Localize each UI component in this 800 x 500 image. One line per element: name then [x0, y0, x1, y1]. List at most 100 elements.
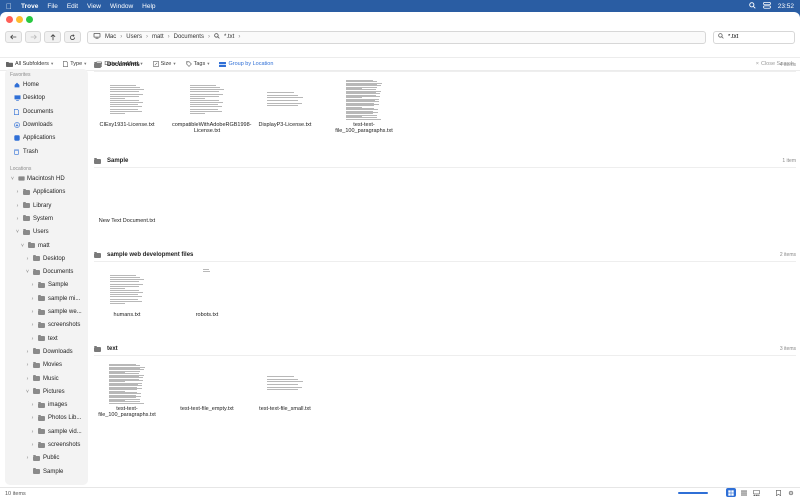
tree-item-movies[interactable]: › Movies — [25, 361, 62, 368]
chevron-right-icon[interactable]: › — [30, 309, 35, 315]
menubar-clock[interactable]: 23:52 — [778, 3, 794, 10]
chevron-right-icon[interactable]: › — [30, 415, 35, 421]
file-item[interactable]: compatibleWithAdobeRGB1998-License.txt — [172, 76, 252, 138]
file-item[interactable]: robots.txt — [172, 266, 242, 328]
chevron-right-icon[interactable]: › — [25, 362, 30, 368]
chevron-right-icon[interactable]: › — [25, 376, 30, 382]
tree-item-matt[interactable]: ˅ matt — [20, 242, 50, 249]
zoom-slider[interactable] — [678, 492, 708, 494]
sidebar-item-desktop[interactable]: Desktop — [14, 95, 45, 101]
file-item[interactable]: test-text-file_empty.txt — [172, 360, 242, 422]
chevron-right-icon[interactable]: › — [15, 203, 20, 209]
tree-item-sample[interactable]: › Sample — [30, 281, 68, 288]
close-window-button[interactable] — [6, 16, 13, 23]
chevron-down-icon[interactable]: ˅ — [20, 243, 25, 249]
chevron-right-icon[interactable]: › — [15, 189, 20, 195]
tree-item-images[interactable]: › images — [30, 401, 67, 408]
menu-window[interactable]: Window — [110, 3, 133, 10]
tree-item-text[interactable]: › text — [30, 335, 58, 342]
menu-help[interactable]: Help — [142, 3, 155, 10]
sidebar-item-trash[interactable]: Trash — [14, 149, 38, 155]
up-folder-button[interactable] — [44, 31, 62, 43]
tree-item-pictures[interactable]: ˅ Pictures — [25, 388, 65, 395]
chevron-down-icon[interactable]: ˅ — [10, 176, 15, 182]
grid-view-button[interactable] — [726, 488, 736, 497]
refresh-button[interactable] — [64, 31, 81, 43]
chevron-down-icon[interactable]: ˅ — [25, 389, 30, 395]
file-item[interactable]: test-text-file_100_paragraphs.txt — [329, 76, 399, 138]
tree-item-screenshots[interactable]: › screenshots — [30, 321, 80, 328]
menu-edit[interactable]: Edit — [67, 3, 78, 10]
chevron-right-icon[interactable]: › — [25, 455, 30, 461]
path-segment-documents[interactable]: Documents — [174, 34, 204, 40]
file-item[interactable]: test-text-file_100_paragraphs.txt — [92, 360, 162, 422]
file-item[interactable]: humans.txt — [92, 266, 162, 328]
sidebar-item-applications[interactable]: Applications — [14, 135, 55, 141]
text-line — [190, 106, 223, 108]
section-divider — [94, 261, 796, 262]
chevron-right-icon[interactable]: › — [30, 336, 35, 342]
spotlight-icon[interactable] — [748, 1, 756, 11]
path-segment-matt[interactable]: matt — [152, 34, 164, 40]
chevron-right-icon[interactable]: › — [30, 402, 35, 408]
chevron-down-icon[interactable]: ˅ — [15, 229, 20, 235]
file-name: DisplayP3-License.txt — [258, 122, 312, 128]
tree-item-label: Downloads — [43, 348, 73, 355]
forward-button[interactable] — [24, 31, 42, 43]
tree-item-macintosh-hd[interactable]: ˅ Macintosh HD — [10, 176, 65, 182]
chevron-right-icon[interactable]: › — [15, 216, 20, 222]
sidebar-item-documents[interactable]: Documents — [14, 108, 53, 115]
type-filter[interactable]: Type ▾ — [63, 61, 86, 67]
tree-item-library[interactable]: › Library — [15, 202, 51, 209]
file-item[interactable]: test-text-file_small.txt — [250, 360, 320, 422]
list-view-button[interactable] — [739, 488, 749, 497]
zoom-window-button[interactable] — [26, 16, 33, 23]
path-segment-mac[interactable]: Mac — [105, 34, 116, 40]
chevron-right-icon[interactable]: › — [25, 256, 30, 262]
app-menu[interactable]: Trove — [21, 3, 38, 10]
subfolders-filter[interactable]: All Subfolders ▾ — [6, 61, 53, 67]
sidebar-item-home[interactable]: Home — [14, 82, 39, 88]
path-bar[interactable]: Mac › Users › matt › Documents › *.txt › — [86, 30, 706, 44]
path-segment-users[interactable]: Users — [126, 34, 142, 40]
apple-menu-icon[interactable]:  — [6, 2, 12, 11]
file-item[interactable]: New Text Document.txt — [92, 172, 162, 234]
tree-item-system[interactable]: › System — [15, 215, 53, 222]
tree-item-sample-we[interactable]: › sample we... — [30, 308, 82, 315]
chevron-right-icon[interactable]: › — [30, 322, 35, 328]
chevron-right-icon[interactable]: › — [25, 349, 30, 355]
tree-item-photos-lib[interactable]: › Photos Lib... — [30, 414, 81, 421]
tree-item-sample[interactable]: Sample — [25, 468, 63, 475]
tree-item-sample-mi[interactable]: › sample mi... — [30, 295, 80, 302]
control-center-icon[interactable] — [762, 1, 771, 11]
document-icon — [14, 108, 20, 115]
minimize-window-button[interactable] — [16, 16, 23, 23]
chevron-right-icon[interactable]: › — [30, 442, 35, 448]
gallery-view-button[interactable] — [751, 488, 761, 497]
tree-item-applications[interactable]: › Applications — [15, 188, 65, 195]
tree-item-documents[interactable]: ˅ Documents — [25, 268, 73, 275]
file-item[interactable]: DisplayP3-License.txt — [250, 76, 320, 138]
tree-item-sample-vid[interactable]: › sample vid... — [30, 428, 82, 435]
sidebar-item-downloads[interactable]: Downloads — [14, 122, 53, 128]
tree-item-label: Pictures — [43, 388, 65, 395]
tree-item-public[interactable]: › Public — [25, 454, 59, 461]
menu-view[interactable]: View — [87, 3, 101, 10]
tree-item-screenshots[interactable]: › screenshots — [30, 441, 80, 448]
chevron-right-icon[interactable]: › — [30, 282, 35, 288]
chevron-right-icon[interactable]: › — [30, 429, 35, 435]
tree-item-downloads[interactable]: › Downloads — [25, 348, 73, 355]
path-segment-search[interactable]: *.txt — [224, 34, 234, 40]
settings-button[interactable] — [786, 488, 796, 497]
bookmark-button[interactable] — [773, 488, 783, 497]
search-input[interactable] — [728, 34, 790, 40]
search-field[interactable] — [713, 30, 795, 44]
tree-item-desktop[interactable]: › Desktop — [25, 255, 65, 262]
chevron-right-icon[interactable]: › — [30, 296, 35, 302]
menu-file[interactable]: File — [47, 3, 57, 10]
chevron-down-icon[interactable]: ˅ — [25, 269, 30, 275]
file-item[interactable]: CIExy1931-License.txt — [92, 76, 162, 138]
tree-item-music[interactable]: › Music — [25, 375, 59, 382]
tree-item-users[interactable]: ˅ Users — [15, 228, 49, 235]
back-button[interactable] — [5, 31, 22, 43]
